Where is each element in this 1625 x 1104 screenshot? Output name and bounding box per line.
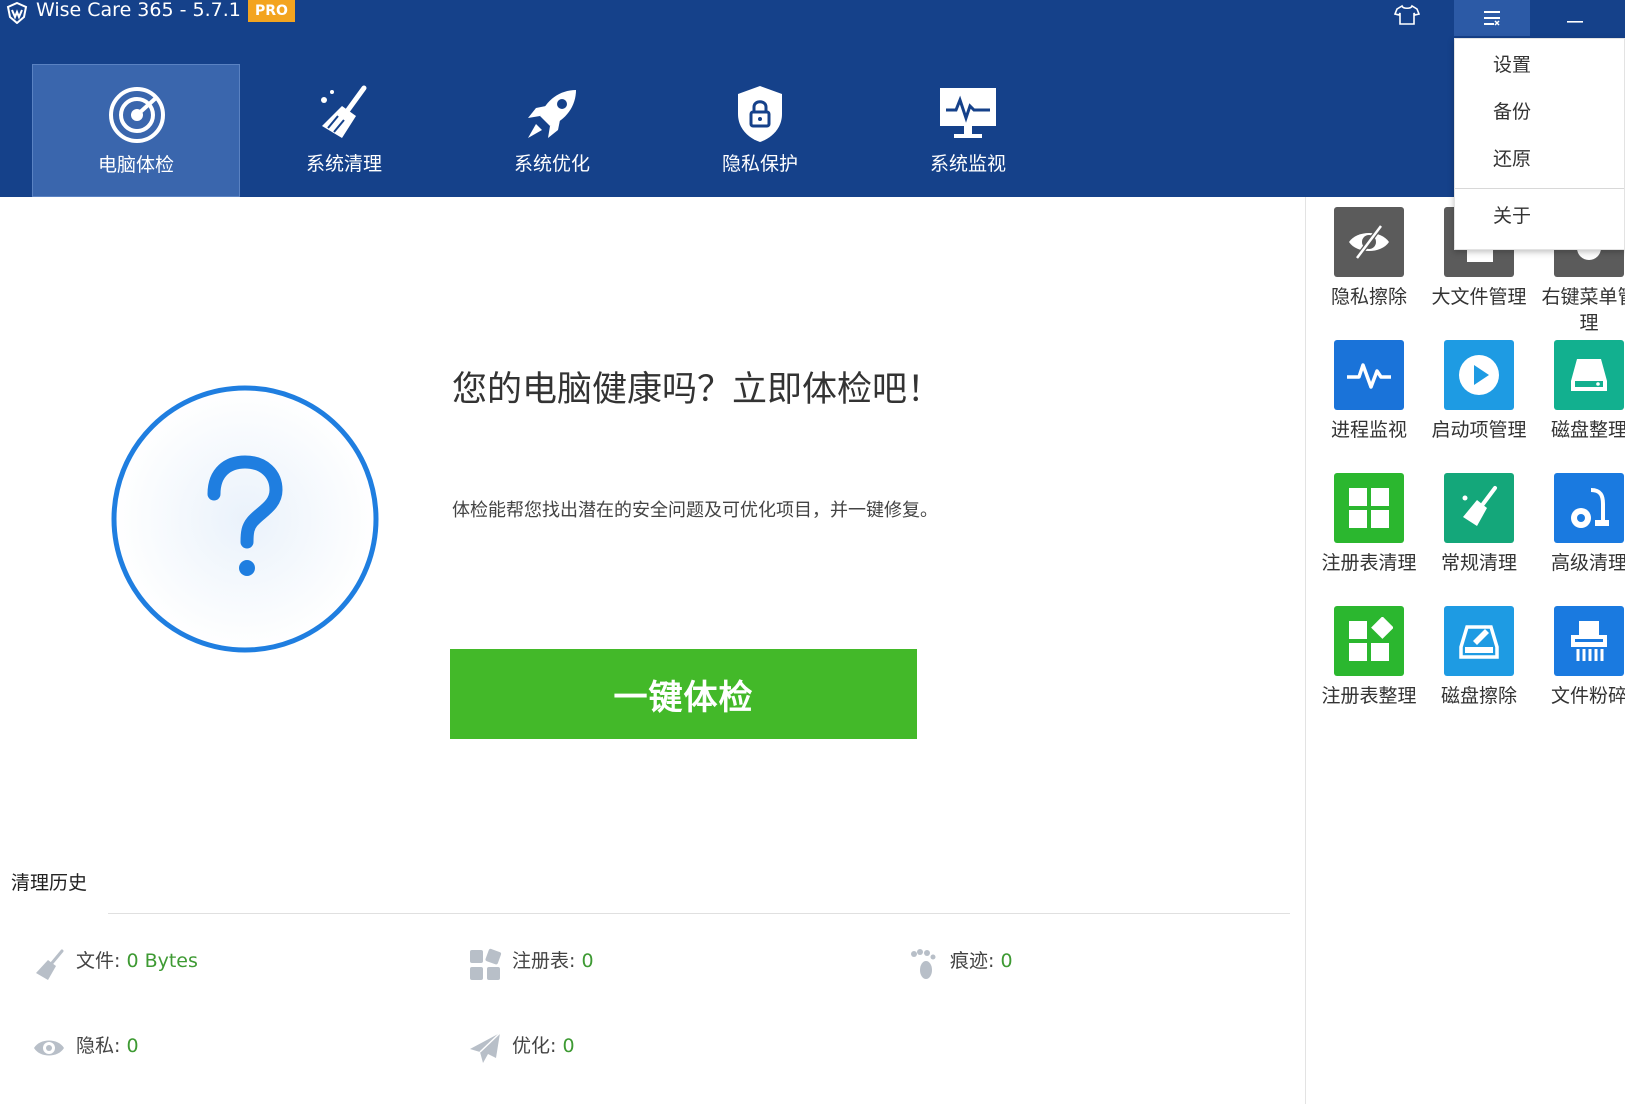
nav-tab-label: 系统优化 xyxy=(513,153,590,175)
history-privacy-label: 隐私: xyxy=(76,1035,121,1057)
tool-label: 大文件管理 xyxy=(1431,286,1527,308)
rocket-icon xyxy=(528,90,576,138)
tool-privacy-eraser[interactable]: 隐私擦除 xyxy=(1314,207,1424,310)
menu-separator xyxy=(1455,188,1624,189)
history-registry-label: 注册表: xyxy=(512,950,576,972)
nav-tab-optimize[interactable]: 系统优化 xyxy=(448,64,656,197)
tool-startup-manager[interactable]: 启动项管理 xyxy=(1424,340,1534,443)
history-divider xyxy=(108,913,1290,914)
minimize-button[interactable] xyxy=(1555,2,1595,32)
monitor-icon xyxy=(940,88,996,138)
history-privacy-value: 0 xyxy=(126,1035,139,1057)
tool-label: 右键菜单管理 xyxy=(1541,286,1625,334)
tool-label: 注册表整理 xyxy=(1321,685,1417,707)
nav-tab-privacy[interactable]: 隐私保护 xyxy=(656,64,864,197)
tool-process-monitor[interactable]: 进程监视 xyxy=(1314,340,1424,443)
history-registry-value: 0 xyxy=(581,950,594,972)
tool-disk-eraser[interactable]: 磁盘擦除 xyxy=(1424,606,1534,709)
tool-label: 高级清理 xyxy=(1550,552,1625,574)
history-optimize-value: 0 xyxy=(562,1035,575,1057)
nav-tab-clean[interactable]: 系统清理 xyxy=(240,64,448,197)
tool-label: 常规清理 xyxy=(1440,552,1517,574)
menu-item-restore[interactable]: 还原 xyxy=(1493,147,1531,171)
pulse-icon xyxy=(1334,340,1404,410)
registry-defrag-icon xyxy=(1334,606,1404,676)
nav-tab-label: 系统清理 xyxy=(305,153,382,175)
tshirt-icon xyxy=(1394,4,1420,25)
menu-item-backup[interactable]: 备份 xyxy=(1493,100,1531,124)
tool-label: 磁盘整理 xyxy=(1550,419,1625,441)
eye-icon xyxy=(34,1040,64,1056)
menu-item-settings[interactable]: 设置 xyxy=(1493,53,1531,77)
paper-plane-icon xyxy=(470,1032,501,1063)
tool-disk-defrag[interactable]: 磁盘整理 xyxy=(1534,340,1625,443)
menu-item-about[interactable]: 关于 xyxy=(1493,204,1531,228)
history-title: 清理历史 xyxy=(11,872,88,894)
tool-registry-cleaner[interactable]: 注册表清理 xyxy=(1314,473,1424,576)
disk-erase-icon xyxy=(1444,606,1514,676)
tool-label: 启动项管理 xyxy=(1431,419,1527,441)
tool-label: 磁盘擦除 xyxy=(1440,685,1517,707)
app-header: Wise Care 365 - 5.7.1 PRO 电脑体检 系统清理 系统优化… xyxy=(0,0,1625,197)
history-optimize-label: 优化: xyxy=(512,1035,557,1057)
page-headline: 您的电脑健康吗？立即体检吧！ xyxy=(452,370,943,410)
question-circle-icon xyxy=(111,385,379,653)
broom-icon xyxy=(1444,473,1514,543)
disk-icon xyxy=(1554,340,1624,410)
history-traces: 痕迹: 0 xyxy=(950,949,1013,973)
history-registry: 注册表: 0 xyxy=(512,949,594,973)
history-files-label: 文件: xyxy=(76,950,121,972)
tool-common-cleaner[interactable]: 常规清理 xyxy=(1424,473,1534,576)
broom-icon xyxy=(36,949,64,980)
play-icon xyxy=(1444,340,1514,410)
skin-button[interactable] xyxy=(1393,2,1421,28)
eye-slash-icon xyxy=(1334,207,1404,277)
nav-tab-label: 电脑体检 xyxy=(97,154,174,176)
history-traces-label: 痕迹: xyxy=(950,950,995,972)
tools-panel: 隐私擦除 大文件管理 右键菜单管理 进程监视 启动项管理 磁盘整理 xyxy=(1306,197,1625,1104)
main-menu-button[interactable] xyxy=(1454,0,1530,36)
shield-lock-icon xyxy=(738,86,782,142)
one-click-checkup-button[interactable]: 一键体检 xyxy=(450,649,917,739)
tool-advanced-cleaner[interactable]: 高级清理 xyxy=(1534,473,1625,576)
history-privacy: 隐私: 0 xyxy=(76,1034,139,1058)
main-menu-dropdown: 设置 备份 还原 关于 xyxy=(1454,38,1625,250)
shredder-icon xyxy=(1554,606,1624,676)
grid-icon xyxy=(1334,473,1404,543)
history-optimize: 优化: 0 xyxy=(512,1034,575,1058)
app-title: Wise Care 365 - 5.7.1 xyxy=(36,0,241,21)
history-traces-value: 0 xyxy=(1000,950,1013,972)
app-logo-icon xyxy=(6,2,28,24)
nav-tab-label: 隐私保护 xyxy=(721,153,798,175)
main-panel: 您的电脑健康吗？立即体检吧！ 体检能帮您找出潜在的安全问题及可优化项目，并一键修… xyxy=(0,197,1305,1104)
tool-label: 文件粉碎 xyxy=(1550,685,1625,707)
nav-tab-checkup[interactable]: 电脑体检 xyxy=(32,64,240,197)
radar-icon xyxy=(109,87,165,143)
minimize-icon xyxy=(1567,21,1583,23)
nav-tab-label: 系统监视 xyxy=(929,153,1006,175)
history-files-value: 0 Bytes xyxy=(126,950,198,972)
tool-registry-defrag[interactable]: 注册表整理 xyxy=(1314,606,1424,709)
nav-tab-monitor[interactable]: 系统监视 xyxy=(864,64,1072,197)
vacuum-icon xyxy=(1554,473,1624,543)
tool-label: 进程监视 xyxy=(1330,419,1407,441)
tool-file-shredder[interactable]: 文件粉碎 xyxy=(1534,606,1625,709)
tool-label: 隐私擦除 xyxy=(1330,286,1407,308)
broom-icon xyxy=(321,85,367,138)
menu-icon xyxy=(1484,11,1500,26)
title-bar: Wise Care 365 - 5.7.1 PRO xyxy=(0,0,1625,36)
pro-badge: PRO xyxy=(248,0,295,22)
page-description: 体检能帮您找出潜在的安全问题及可优化项目，并一键修复。 xyxy=(452,500,938,521)
history-files: 文件: 0 Bytes xyxy=(76,949,198,973)
footprints-icon xyxy=(911,949,936,979)
registry-icon xyxy=(470,948,502,980)
tool-label: 注册表清理 xyxy=(1321,552,1417,574)
